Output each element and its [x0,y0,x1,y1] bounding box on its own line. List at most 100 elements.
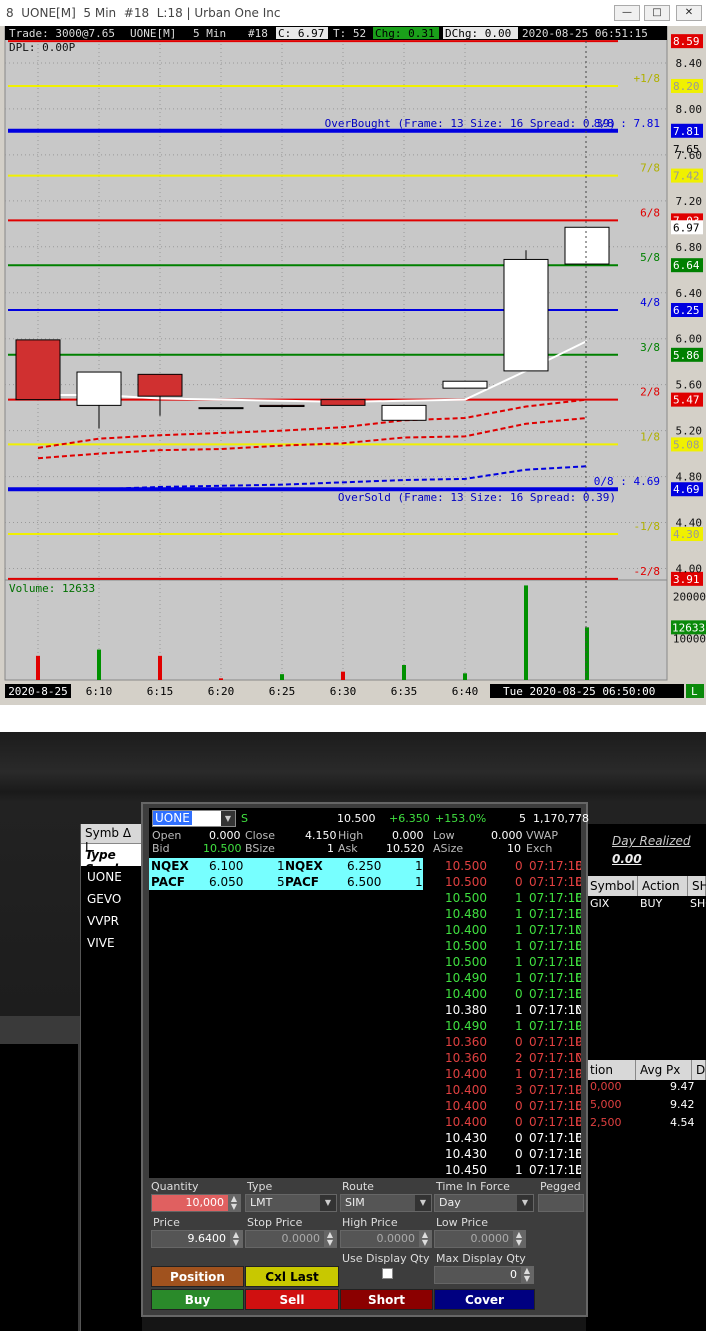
volume-bar [341,671,345,680]
order-action[interactable]: BUY [640,897,662,910]
chevron-down-icon[interactable]: ▼ [517,1195,533,1211]
position-button[interactable]: Position [151,1266,244,1287]
order-entry: Quantity 10,000 ▲ ▼ Type LMT ▼ Route SIM ▼ T… [149,1180,585,1315]
type-value: LMT [250,1196,273,1209]
ask-price: 6.250 [347,859,382,873]
quantity-stepper[interactable]: ▲ ▼ [228,1195,240,1211]
trade-size: 1 [515,939,523,953]
close-value: 4.150 [305,829,337,842]
watchlist-item[interactable]: VVPR [81,910,142,932]
high-price-stepper[interactable]: ▲ ▼ [419,1231,431,1247]
quantity-input[interactable]: 10,000 ▲ ▼ [151,1194,241,1212]
watchlist-header[interactable]: Symb Δ L [81,824,142,854]
price-chart[interactable]: +2/88.59+1/88.208/8 : 7.817.817/87.426/8… [0,26,706,705]
trade-exch: E [575,1147,581,1161]
ask-mm: PACF [285,875,319,889]
price-input[interactable]: 9.6400 ▲ ▼ [151,1230,243,1248]
use-display-checkbox[interactable] [382,1268,393,1279]
chevron-down-icon[interactable]: ▼ [320,1195,336,1211]
watchlist-item[interactable]: GEVO [81,888,142,910]
sort-icon[interactable]: Δ [123,826,131,840]
window-titlebar: 8 UONE[M] 5 Min #18 L:18 | Urban One Inc… [0,0,706,26]
trade-time: 07:17:10 [529,1083,581,1097]
volume-label: Volume: 12633 [9,582,95,595]
trade-price: 10.400 [445,1115,487,1129]
bid-mm: PACF [151,875,185,889]
position-row[interactable]: 2,500 4.54 [586,1114,706,1132]
price-tag-label: 8.59 [673,35,700,48]
col-symbol[interactable]: Symb [85,826,119,840]
max-display-input[interactable]: 0 ▲ ▼ [434,1266,534,1284]
time-sales-row: 10.430 0 07:17:10 E [423,1146,581,1162]
short-button[interactable]: Short [340,1289,433,1310]
col-action-header[interactable]: Action [638,876,688,896]
position-row[interactable]: 5,000 9.42 [586,1096,706,1114]
volume-bar [158,655,162,680]
trade-exch: E [575,907,581,921]
buy-button[interactable]: Buy [151,1289,244,1310]
watchlist-item[interactable]: UONE [81,866,142,888]
level2-row[interactable]: PACF 6.050 5 PACF 6.500 1 [149,874,423,890]
max-display-stepper[interactable]: ▲ ▼ [521,1267,533,1283]
col-avgpx-header[interactable]: Avg Px [636,1060,692,1080]
candle [503,258,549,372]
time-sales-row: 10.360 0 07:17:10P. [423,1034,581,1050]
low-price-stepper[interactable]: ▲ ▼ [513,1231,525,1247]
close-button[interactable]: ✕ [676,5,702,21]
price-label: Price [153,1216,180,1229]
tif-select[interactable]: Day ▼ [434,1194,534,1212]
position-row[interactable]: 0,000 9.47 [586,1078,706,1096]
col-da-header[interactable]: Da [692,1060,706,1080]
trade-size: 1 [515,955,523,969]
order-sh[interactable]: SHO [690,897,706,910]
minimize-button[interactable]: — [614,5,640,21]
trade-price: 10.490 [445,971,487,985]
trade-price: 10.500 [445,955,487,969]
col-position-header[interactable]: tion [586,1060,636,1080]
trade-size: 1 [515,923,523,937]
price-stepper[interactable]: ▲ ▼ [230,1231,242,1247]
status-bar: #18 [248,27,268,40]
cover-button[interactable]: Cover [434,1289,535,1310]
x-end-flag-label: L [691,685,698,698]
col-sh-header[interactable]: SH [688,876,706,896]
day-realized-label: Day Realized [612,834,691,848]
trade-size: 0 [515,1035,523,1049]
time-and-sales: 10.500 0 07:17:10 E 10.500 0 07:17:10 E 10.500 1 0… [423,858,581,1178]
exchange-flag: S [241,812,248,825]
symbol-input[interactable]: UONE ▼ [152,810,236,827]
ask-label: Ask [338,842,358,855]
chevron-down-icon[interactable]: ▼ [415,1195,431,1211]
time-sales-row: 10.400 0 07:17:10B. [423,1114,581,1130]
cancel-last-button[interactable]: Cxl Last [245,1266,339,1287]
trade-time: 07:17:10 [529,1115,581,1129]
col-symbol-header[interactable]: Symbol [586,876,638,896]
chevron-down-icon[interactable]: ▼ [221,811,235,826]
trade-size: 0 [515,1147,523,1161]
price-tag-label: 8.20 [673,80,700,93]
order-symbol[interactable]: GIX [590,897,609,910]
volume-bar [280,674,284,680]
asize-value: 10 [507,842,521,855]
y-tick-label: 7.60 [676,149,703,162]
level2-book: NQEX 6.100 1 NQEX 6.250 1 PACF 6.050 5 PACF 6.500 1 [149,858,423,1178]
stop-price-stepper[interactable]: ▲ ▼ [324,1231,336,1247]
route-select[interactable]: SIM ▼ [340,1194,432,1212]
watchlist-item[interactable]: VIVE [81,932,142,954]
low-price-input[interactable]: 0.0000 ▲ ▼ [434,1230,526,1248]
watchlist-panel: Symb Δ L Type Symb UONE GEVO VVPR VIVE [80,824,142,1331]
trade-size: 1 [515,1067,523,1081]
window-gap [0,705,706,732]
type-symbol-input[interactable]: Type Symb [81,844,142,876]
level2-row[interactable]: NQEX 6.100 1 NQEX 6.250 1 [149,858,423,874]
stop-price-input[interactable]: 0.0000 ▲ ▼ [245,1230,337,1248]
sell-button[interactable]: Sell [245,1289,339,1310]
trade-exch: E [575,1163,581,1177]
volume: 1,170,778 [533,812,589,825]
murrey-label: 4/8 [640,296,660,309]
time-sales-row: 10.500 1 07:17:10 E [423,954,581,970]
pegged-select[interactable] [538,1194,584,1212]
type-select[interactable]: LMT ▼ [245,1194,337,1212]
high-price-input[interactable]: 0.0000 ▲ ▼ [340,1230,432,1248]
maximize-button[interactable]: □ [644,5,670,21]
